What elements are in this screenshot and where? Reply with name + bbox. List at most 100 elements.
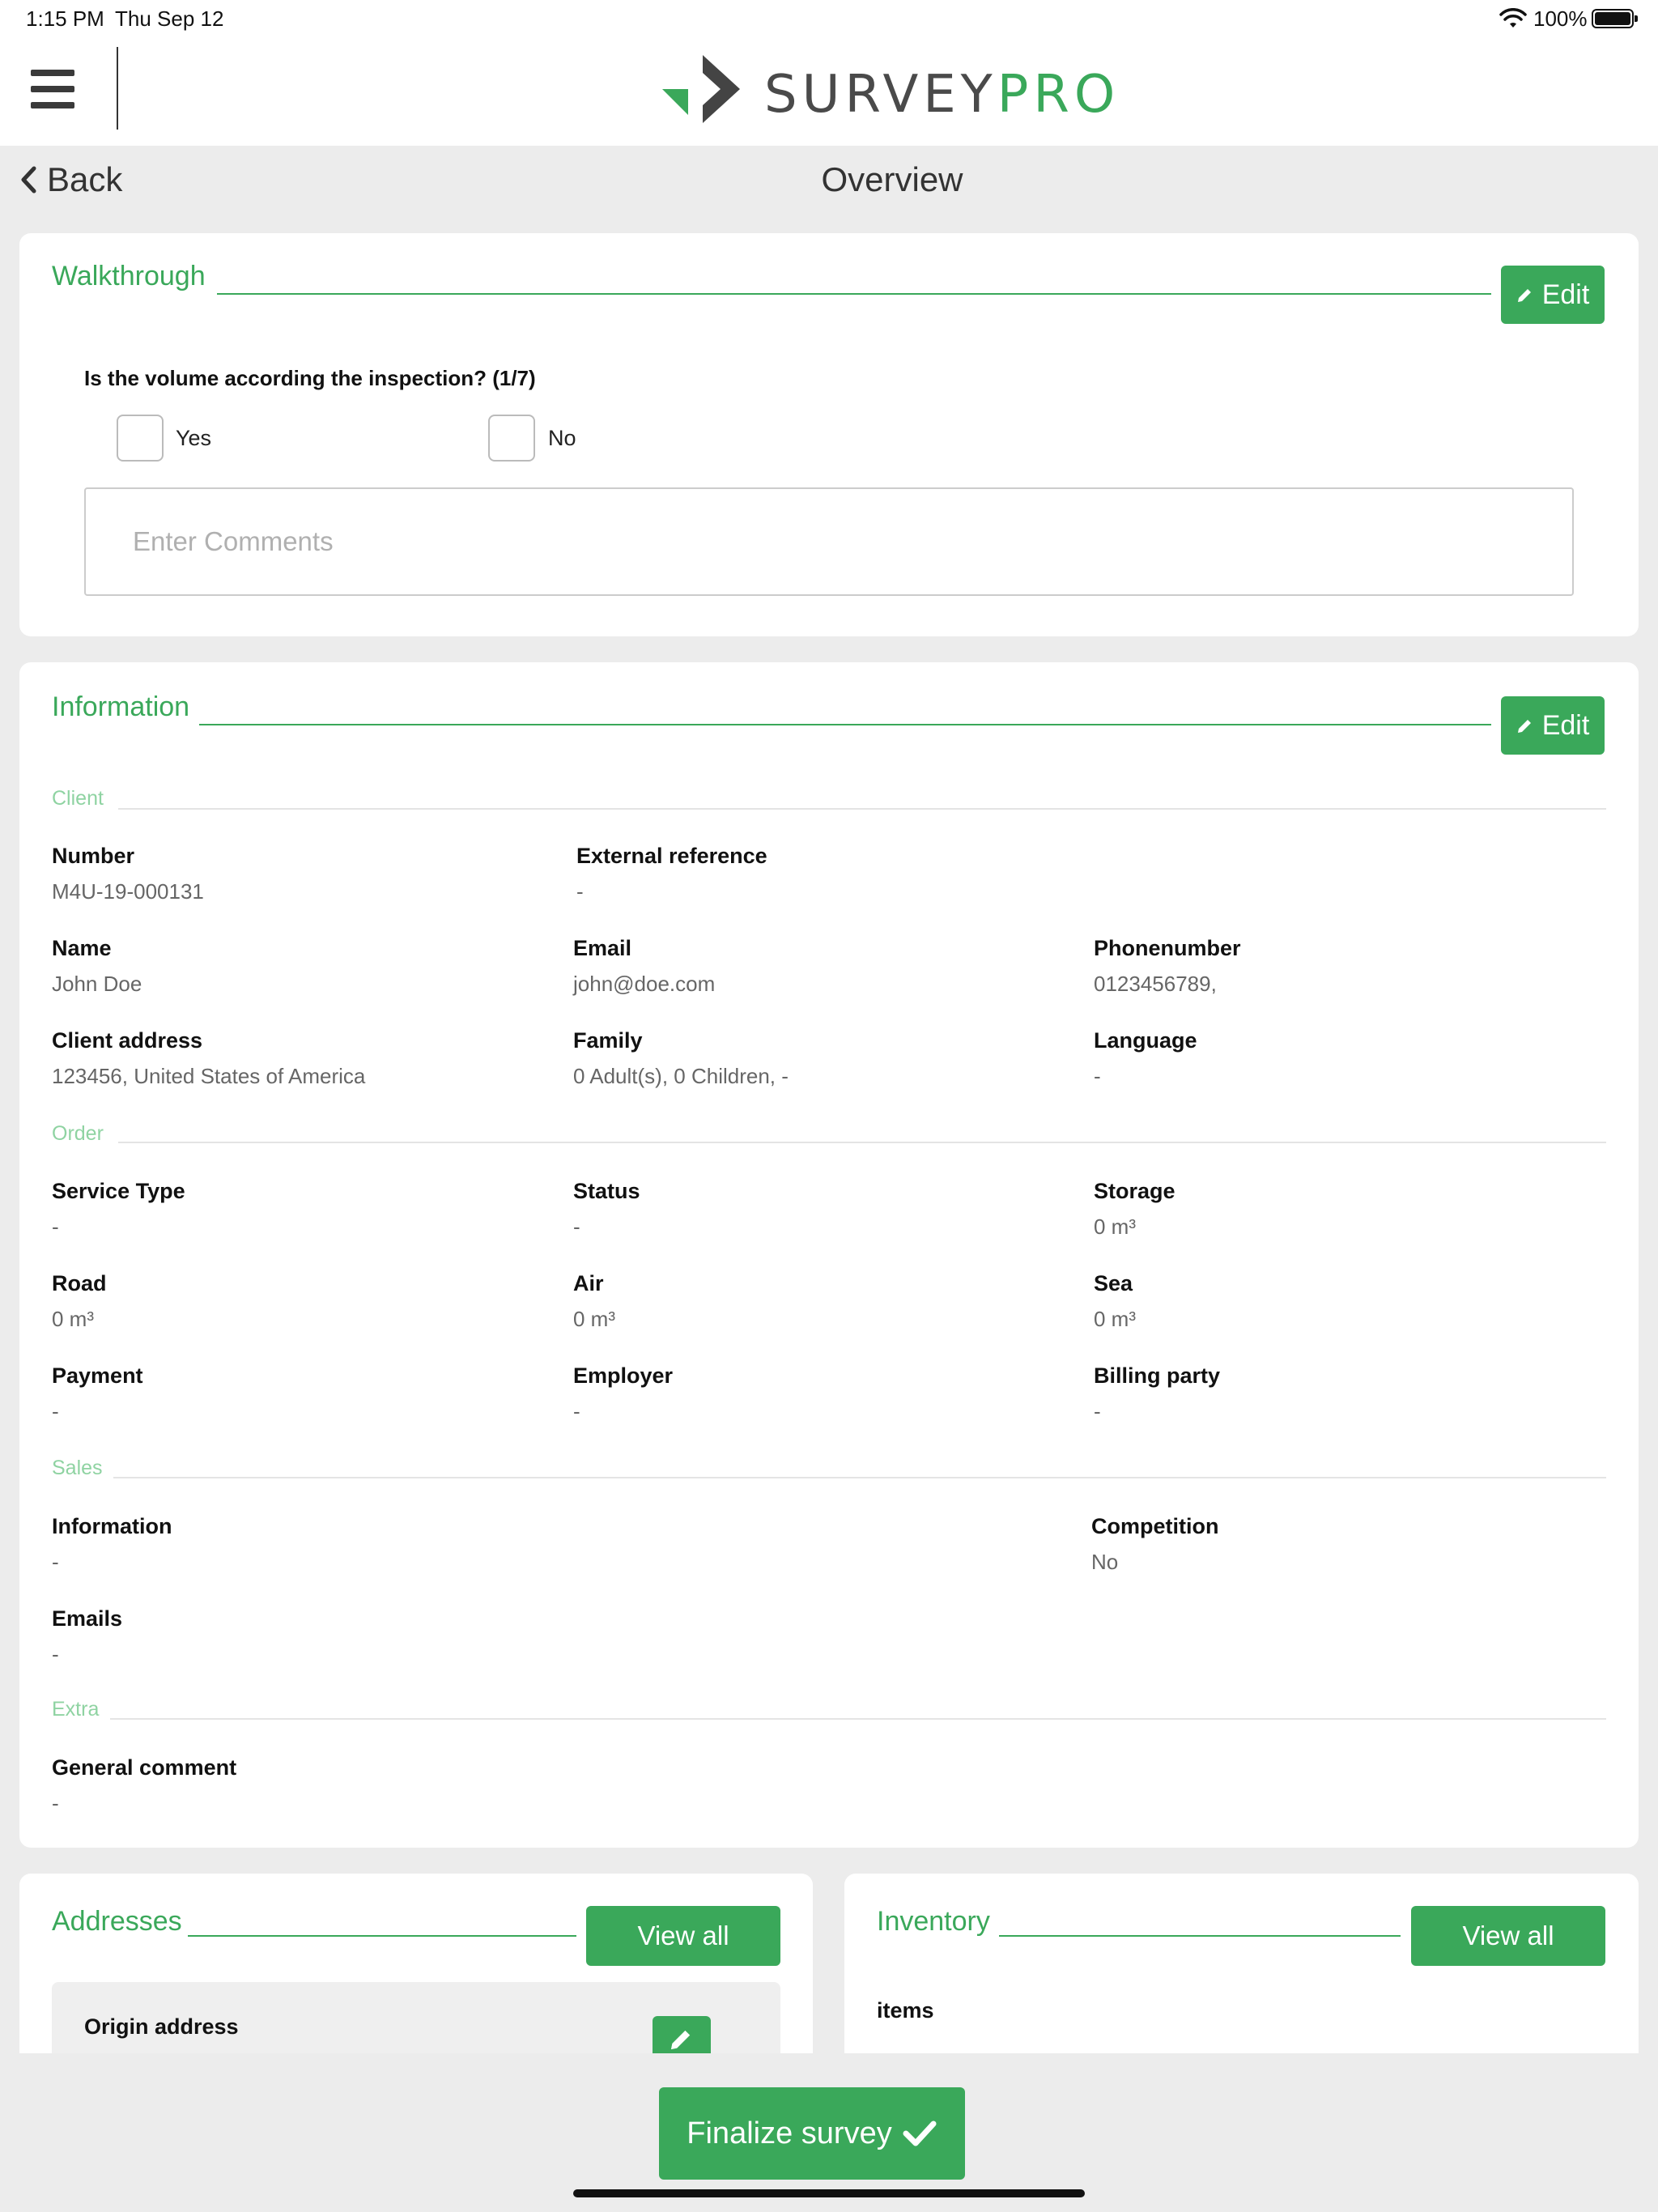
field-value-billing-party: - <box>1094 1399 1101 1423</box>
section-order: Order <box>52 1122 104 1145</box>
pencil-icon <box>670 2030 691 2050</box>
home-indicator <box>573 2189 1085 2197</box>
logo-word-survey: SURVEY <box>764 65 997 125</box>
section-rule <box>118 808 1606 810</box>
finalize-label: Finalize survey <box>687 2116 892 2150</box>
field-value-payment: - <box>52 1399 59 1423</box>
field-label-language: Language <box>1094 1028 1197 1053</box>
field-value-name: John Doe <box>52 972 142 996</box>
origin-address-label: Origin address <box>84 2014 239 2039</box>
app-header: SURVEYPRO <box>0 39 1658 146</box>
field-label-sales-information: Information <box>52 1514 172 1538</box>
field-value-email: john@doe.com <box>573 972 716 996</box>
field-value-road: 0 m³ <box>52 1307 94 1331</box>
field-value-language: - <box>1094 1064 1101 1088</box>
walkthrough-edit-button[interactable]: Edit <box>1501 266 1605 324</box>
field-label-billing-party: Billing party <box>1094 1363 1221 1388</box>
field-value-service-type: - <box>52 1214 59 1239</box>
logo-wordmark: SURVEYPRO <box>764 65 1120 125</box>
addresses-view-all-button[interactable]: View all <box>586 1906 780 1966</box>
field-value-sea: 0 m³ <box>1094 1307 1136 1331</box>
field-value-emails: - <box>52 1642 59 1666</box>
section-rule <box>113 1477 1606 1478</box>
field-label-sea: Sea <box>1094 1271 1133 1295</box>
field-label-number: Number <box>52 844 135 868</box>
information-rule <box>199 724 1491 725</box>
information-edit-button[interactable]: Edit <box>1501 696 1605 755</box>
field-label-payment: Payment <box>52 1363 143 1388</box>
field-value-air: 0 m³ <box>573 1307 615 1331</box>
field-value-external-reference: - <box>576 879 584 904</box>
information-card <box>19 662 1639 1848</box>
yes-checkbox[interactable] <box>117 415 164 462</box>
pencil-icon <box>1517 720 1531 733</box>
field-label-name: Name <box>52 936 112 960</box>
field-label-storage: Storage <box>1094 1179 1175 1203</box>
section-extra: Extra <box>52 1698 100 1721</box>
section-rule <box>110 1718 1606 1720</box>
section-sales: Sales <box>52 1457 103 1479</box>
section-client: Client <box>52 787 104 810</box>
field-label-air: Air <box>573 1271 604 1295</box>
field-label-external-reference: External reference <box>576 844 767 868</box>
pencil-icon <box>1517 289 1531 302</box>
field-value-number: M4U-19-000131 <box>52 879 204 904</box>
logo-word-pro: PRO <box>997 65 1120 125</box>
section-rule <box>118 1142 1606 1143</box>
field-label-service-type: Service Type <box>52 1179 185 1203</box>
nav-bar: Back Overview <box>0 146 1658 217</box>
finalize-survey-button[interactable]: Finalize survey <box>659 2087 965 2180</box>
origin-edit-button[interactable] <box>653 2016 711 2055</box>
field-label-road: Road <box>52 1271 107 1295</box>
information-title: Information <box>52 691 190 722</box>
field-label-client-address: Client address <box>52 1028 203 1053</box>
field-value-competition: No <box>1091 1550 1119 1574</box>
edit-label: Edit <box>1541 279 1590 310</box>
field-label-competition: Competition <box>1091 1514 1219 1538</box>
page-title: Overview <box>821 160 963 198</box>
checkmark-icon <box>903 2121 937 2146</box>
walkthrough-title: Walkthrough <box>52 261 206 291</box>
walkthrough-rule <box>217 293 1491 295</box>
no-checkbox[interactable] <box>488 415 535 462</box>
menu-button[interactable] <box>31 70 74 108</box>
field-value-storage: 0 m³ <box>1094 1214 1136 1239</box>
field-label-phonenumber: Phonenumber <box>1094 936 1241 960</box>
app-logo: SURVEYPRO <box>662 47 1116 131</box>
menu-bar-icon <box>31 86 74 92</box>
walkthrough-question: Is the volume according the inspection? … <box>84 366 536 390</box>
yes-label: Yes <box>176 426 212 450</box>
header-divider <box>117 47 118 130</box>
field-label-emails: Emails <box>52 1606 123 1631</box>
comments-input[interactable] <box>84 487 1574 596</box>
status-date: Thu Sep 12 <box>115 6 224 31</box>
field-value-phonenumber: 0123456789, <box>1094 972 1217 996</box>
edit-label: Edit <box>1541 709 1590 741</box>
inventory-items-label: items <box>877 1998 934 2023</box>
status-time: 1:15 PM <box>26 6 104 31</box>
status-bar: 1:15 PM Thu Sep 12 100% <box>0 0 1658 39</box>
inventory-rule <box>999 1935 1401 1937</box>
field-label-status: Status <box>573 1179 640 1203</box>
field-label-family: Family <box>573 1028 643 1053</box>
addresses-title: Addresses <box>52 1906 182 1937</box>
menu-bar-icon <box>31 70 74 76</box>
field-value-general-comment: - <box>52 1791 59 1815</box>
wifi-icon <box>1499 8 1527 28</box>
field-label-email: Email <box>573 936 632 960</box>
logo-chevron-icon <box>662 55 740 123</box>
menu-bar-icon <box>31 102 74 108</box>
field-value-client-address: 123456, United States of America <box>52 1064 366 1088</box>
field-label-employer: Employer <box>573 1363 674 1388</box>
field-value-family: 0 Adult(s), 0 Children, - <box>573 1064 789 1088</box>
no-label: No <box>548 426 576 450</box>
field-value-status: - <box>573 1214 580 1239</box>
field-value-employer: - <box>573 1399 580 1423</box>
field-value-sales-information: - <box>52 1550 59 1574</box>
inventory-view-all-button[interactable]: View all <box>1411 1906 1605 1966</box>
inventory-title: Inventory <box>877 1906 990 1937</box>
addresses-rule <box>188 1935 576 1937</box>
battery-icon <box>1592 9 1638 28</box>
field-label-general-comment: General comment <box>52 1755 237 1780</box>
battery-percent: 100% <box>1533 6 1588 31</box>
